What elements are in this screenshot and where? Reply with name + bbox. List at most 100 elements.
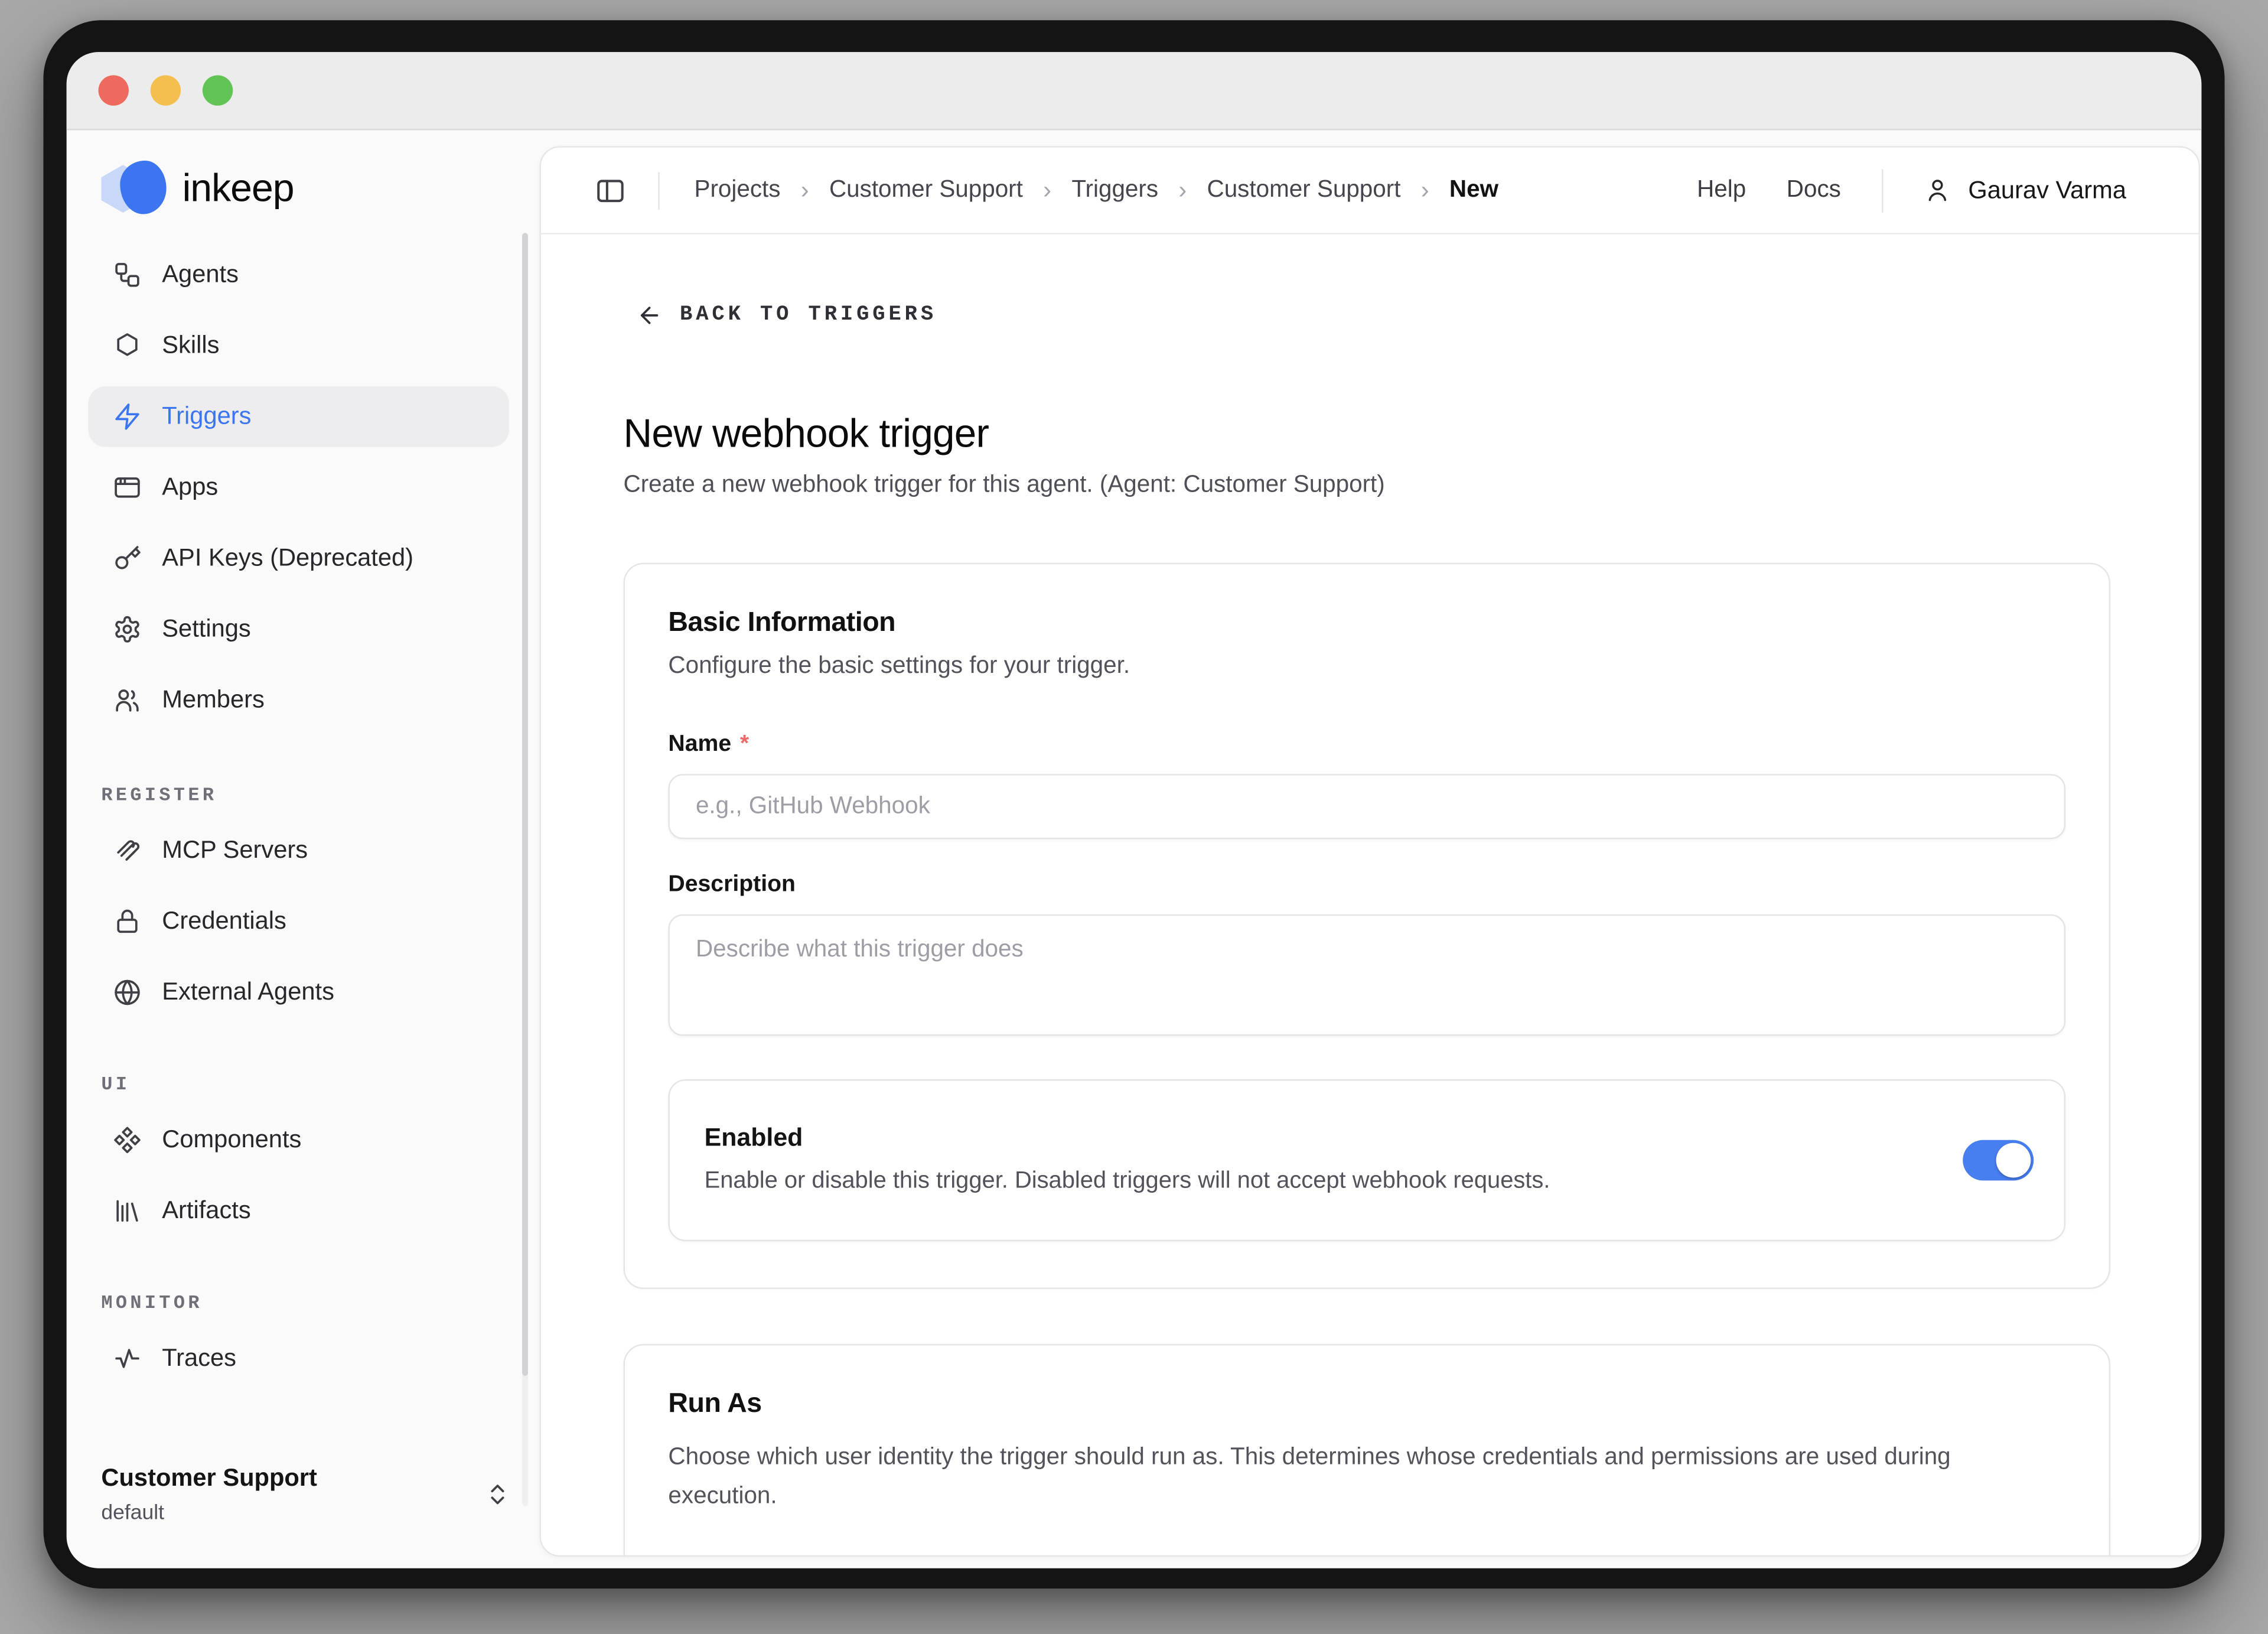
- sidebar-item-external-agents[interactable]: External Agents: [88, 962, 509, 1023]
- name-label-text: Name: [668, 732, 731, 758]
- lock-icon: [113, 907, 142, 936]
- required-asterisk: *: [740, 732, 749, 758]
- sidebar-item-components[interactable]: Components: [88, 1109, 509, 1170]
- run-as-card: Run As Choose which user identity the tr…: [624, 1344, 2111, 1555]
- card-description: Choose which user identity the trigger s…: [668, 1438, 2065, 1516]
- sidebar-item-label: Components: [162, 1125, 301, 1154]
- app-window: inkeep Agents Skills: [67, 52, 2202, 1568]
- docs-link[interactable]: Docs: [1787, 177, 1841, 204]
- sidebar-item-artifacts[interactable]: Artifacts: [88, 1180, 509, 1241]
- sidebar-nav: Agents Skills Triggers: [88, 245, 509, 1399]
- sidebar-item-mcp-servers[interactable]: MCP Servers: [88, 821, 509, 881]
- description-textarea[interactable]: [668, 914, 2065, 1036]
- panel-left-icon: [595, 174, 627, 206]
- enabled-label: Enabled: [705, 1122, 1876, 1153]
- sidebar-scrollbar-thumb[interactable]: [522, 233, 528, 1376]
- user-menu[interactable]: Gaurav Varma: [1923, 176, 2126, 205]
- sidebar-item-label: Skills: [162, 331, 219, 360]
- user-icon: [1923, 177, 1951, 204]
- sidebar-item-label: Traces: [162, 1344, 236, 1373]
- sidebar-item-apps[interactable]: Apps: [88, 457, 509, 518]
- breadcrumb: Projects › Customer Support › Triggers ›…: [695, 176, 1499, 205]
- project-switcher[interactable]: Customer Support default: [101, 1464, 510, 1525]
- breadcrumb-triggers[interactable]: Triggers: [1071, 177, 1158, 204]
- toggle-knob: [1996, 1143, 2031, 1178]
- chevron-right-icon: ›: [1178, 176, 1187, 205]
- description-label-text: Description: [668, 873, 796, 899]
- component-icon: [113, 1125, 142, 1154]
- sidebar-item-traces[interactable]: Traces: [88, 1328, 509, 1389]
- sidebar-item-api-keys[interactable]: API Keys (Deprecated): [88, 528, 509, 589]
- enabled-description: Enable or disable this trigger. Disabled…: [705, 1167, 1876, 1195]
- sidebar-item-label: Artifacts: [162, 1196, 250, 1225]
- sidebar-item-settings[interactable]: Settings: [88, 599, 509, 660]
- project-name: Customer Support: [101, 1464, 317, 1493]
- breadcrumb-new: New: [1449, 177, 1498, 204]
- sidebar-item-credentials[interactable]: Credentials: [88, 891, 509, 952]
- zoom-window-button[interactable]: [203, 75, 233, 105]
- library-icon: [113, 1196, 142, 1225]
- card-title: Run As: [668, 1389, 2065, 1421]
- name-input[interactable]: [668, 774, 2065, 839]
- card-title: Basic Information: [668, 608, 2065, 640]
- project-info: Customer Support default: [101, 1464, 317, 1525]
- logo-blob-shape: [120, 161, 166, 214]
- zap-icon: [113, 402, 142, 431]
- screenshot-stage: inkeep Agents Skills: [0, 0, 2268, 1634]
- sidebar-item-triggers[interactable]: Triggers: [88, 386, 509, 447]
- header-divider: [1881, 168, 1882, 211]
- sidebar-item-agents[interactable]: Agents: [88, 245, 509, 305]
- sidebar-item-label: Triggers: [162, 402, 251, 431]
- minimize-window-button[interactable]: [151, 75, 181, 105]
- gear-icon: [113, 615, 142, 644]
- main-panel: Projects › Customer Support › Triggers ›…: [539, 146, 2199, 1557]
- user-name: Gaurav Varma: [1968, 176, 2126, 205]
- header-divider: [658, 171, 659, 209]
- activity-icon: [113, 1344, 142, 1373]
- sidebar-section-register: REGISTER: [101, 784, 509, 806]
- card-description: Configure the basic settings for your tr…: [668, 652, 2065, 680]
- mcp-icon: [113, 836, 142, 865]
- description-field-label: Description: [668, 873, 2065, 899]
- page-content: BACK TO TRIGGERS New webhook trigger Cre…: [541, 236, 2199, 1555]
- sidebar-item-label: Settings: [162, 615, 250, 644]
- sidebar-item-members[interactable]: Members: [88, 670, 509, 731]
- back-to-triggers-link[interactable]: BACK TO TRIGGERS: [637, 302, 937, 328]
- basic-information-card: Basic Information Configure the basic se…: [624, 563, 2111, 1289]
- page-title: New webhook trigger: [624, 411, 2111, 457]
- sidebar-item-label: External Agents: [162, 978, 334, 1007]
- window-titlebar: [67, 52, 2202, 130]
- chevron-right-icon: ›: [1043, 176, 1051, 205]
- chevron-right-icon: ›: [801, 176, 809, 205]
- enabled-toggle[interactable]: [1963, 1140, 2034, 1181]
- panel-header: Projects › Customer Support › Triggers ›…: [541, 148, 2199, 235]
- header-actions: Help Docs Gaurav Varma: [1697, 168, 2126, 211]
- sidebar-item-label: Apps: [162, 473, 218, 502]
- sidebar-item-label: Members: [162, 686, 265, 715]
- breadcrumb-projects[interactable]: Projects: [695, 177, 781, 204]
- arrow-left-icon: [637, 302, 663, 328]
- sidebar-item-label: MCP Servers: [162, 836, 308, 865]
- sidebar-section-monitor: MONITOR: [101, 1292, 509, 1314]
- page-subtitle: Create a new webhook trigger for this ag…: [624, 471, 2111, 499]
- app-window-icon: [113, 473, 142, 502]
- enabled-setting-box: Enabled Enable or disable this trigger. …: [668, 1079, 2065, 1241]
- close-window-button[interactable]: [99, 75, 129, 105]
- inkeep-logo: inkeep: [101, 161, 294, 216]
- project-environment: default: [101, 1502, 317, 1525]
- breadcrumb-customer-support[interactable]: Customer Support: [829, 177, 1023, 204]
- hexagon-icon: [113, 331, 142, 360]
- app-root: inkeep Agents Skills: [67, 132, 2202, 1568]
- chevrons-up-down-icon: [484, 1482, 510, 1508]
- logo-text: inkeep: [183, 165, 294, 210]
- sidebar-section-ui: UI: [101, 1073, 509, 1095]
- sidebar-item-label: API Keys (Deprecated): [162, 544, 413, 573]
- users-icon: [113, 686, 142, 715]
- sidebar-item-skills[interactable]: Skills: [88, 315, 509, 376]
- sidebar-toggle-button[interactable]: [584, 164, 636, 216]
- sidebar: inkeep Agents Skills: [67, 132, 540, 1568]
- key-icon: [113, 544, 142, 573]
- sidebar-item-label: Agents: [162, 261, 239, 289]
- breadcrumb-agent[interactable]: Customer Support: [1207, 177, 1401, 204]
- help-link[interactable]: Help: [1697, 177, 1746, 204]
